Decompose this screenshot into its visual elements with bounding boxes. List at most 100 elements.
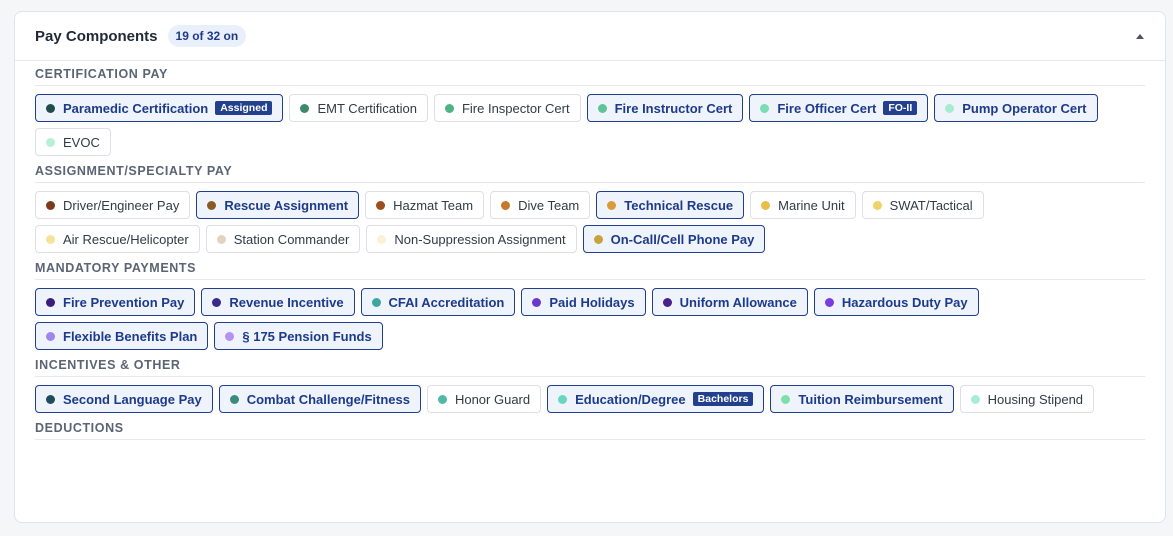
chip-label: EVOC	[63, 134, 100, 150]
color-dot-icon	[229, 394, 239, 404]
section: MANDATORY PAYMENTS Fire Prevention Pay Rev…	[35, 261, 1145, 350]
color-dot-icon	[216, 234, 226, 244]
pay-component-chip[interactable]: On-Call/Cell Phone Pay	[582, 225, 766, 253]
color-dot-icon	[761, 200, 771, 210]
pay-components-panel: Pay Components 19 of 32 on CERTIFICATION…	[14, 11, 1166, 523]
color-dot-icon	[872, 200, 882, 210]
chip-label: Rescue Assignment	[224, 197, 349, 213]
chip-label: Fire Prevention Pay	[63, 294, 185, 310]
pay-component-chip[interactable]: CFAI Accreditation	[360, 288, 516, 316]
chip-label: Tuition Reimbursement	[798, 391, 943, 407]
pay-component-chip[interactable]: Rescue Assignment	[196, 191, 360, 219]
section: CERTIFICATION PAY Paramedic Certification…	[35, 67, 1145, 156]
section: ASSIGNMENT/SPECIALTY PAY Driver/Engineer …	[35, 164, 1145, 253]
pay-component-chip[interactable]: Tuition Reimbursement	[770, 385, 954, 413]
panel-title: Pay Components	[35, 27, 158, 45]
section: INCENTIVES & OTHER Second Language Pay Com…	[35, 358, 1145, 413]
collapse-button[interactable]	[1131, 27, 1149, 45]
color-dot-icon	[300, 103, 310, 113]
color-dot-icon	[212, 297, 222, 307]
color-dot-icon	[46, 234, 55, 244]
sections-container: CERTIFICATION PAY Paramedic Certification…	[15, 61, 1165, 440]
color-dot-icon	[437, 394, 447, 404]
chip-label: CFAI Accreditation	[388, 294, 505, 310]
pay-component-chip[interactable]: Air Rescue/Helicopter	[35, 225, 200, 253]
chip-label: Technical Rescue	[624, 197, 734, 213]
pay-component-chip[interactable]: Hazardous Duty Pay	[813, 288, 979, 316]
pay-component-chip[interactable]: Paramedic Certification Assigned	[35, 94, 284, 122]
pay-component-chip[interactable]: Station Commander	[205, 225, 361, 253]
chip-tag-badge: FO-II	[883, 101, 918, 115]
chip-label: Pump Operator Cert	[962, 100, 1087, 116]
chip-label: Second Language Pay	[63, 391, 202, 407]
chip-label: Dive Team	[518, 197, 580, 213]
color-dot-icon	[46, 137, 55, 147]
chip-label: On-Call/Cell Phone Pay	[610, 231, 755, 247]
pay-component-chip[interactable]: Marine Unit	[750, 191, 856, 219]
pay-component-chip[interactable]: Fire Instructor Cert	[586, 94, 744, 122]
chip-label: Honor Guard	[454, 391, 531, 407]
pay-component-chip[interactable]: Revenue Incentive	[201, 288, 355, 316]
section-title: INCENTIVES & OTHER	[35, 358, 1145, 377]
pay-component-chip[interactable]: § 175 Pension Funds	[214, 322, 383, 350]
chip-label: Non-Suppression Assignment	[394, 231, 566, 247]
color-dot-icon	[970, 394, 980, 404]
chip-label: Air Rescue/Helicopter	[63, 231, 189, 247]
chip-list: Paramedic Certification Assigned EMT Certi…	[35, 94, 1145, 156]
chip-label: Housing Stipend	[987, 391, 1084, 407]
pay-component-chip[interactable]: Paid Holidays	[521, 288, 646, 316]
chip-label: Paramedic Certification	[63, 100, 209, 116]
pay-component-chip[interactable]: Hazmat Team	[365, 191, 485, 219]
color-dot-icon	[225, 331, 235, 341]
chip-label: Station Commander	[233, 231, 350, 247]
color-dot-icon	[607, 200, 617, 210]
pay-component-chip[interactable]: Uniform Allowance	[651, 288, 808, 316]
color-dot-icon	[377, 234, 387, 244]
color-dot-icon	[593, 234, 603, 244]
panel-header: Pay Components 19 of 32 on	[15, 12, 1165, 61]
section-title: CERTIFICATION PAY	[35, 67, 1145, 86]
color-dot-icon	[371, 297, 381, 307]
color-dot-icon	[597, 103, 607, 113]
chip-label: EMT Certification	[317, 100, 417, 116]
color-dot-icon	[558, 394, 568, 404]
pay-component-chip[interactable]: EVOC	[35, 128, 111, 156]
pay-component-chip[interactable]: Technical Rescue	[596, 191, 745, 219]
chip-tag-badge: Assigned	[215, 101, 273, 115]
chip-label: § 175 Pension Funds	[242, 328, 372, 344]
pay-component-chip[interactable]: Non-Suppression Assignment	[366, 225, 577, 253]
chip-label: Uniform Allowance	[679, 294, 797, 310]
color-dot-icon	[46, 297, 55, 307]
color-dot-icon	[662, 297, 672, 307]
chip-list: Driver/Engineer Pay Rescue Assignment Hazm…	[35, 191, 1145, 253]
chip-label: Fire Officer Cert	[777, 100, 877, 116]
chip-label: Fire Inspector Cert	[461, 100, 570, 116]
pay-component-chip[interactable]: Fire Officer Cert FO-II	[749, 94, 929, 122]
chip-label: Fire Instructor Cert	[614, 100, 733, 116]
color-dot-icon	[46, 103, 55, 113]
pay-component-chip[interactable]: Dive Team	[490, 191, 591, 219]
pay-component-chip[interactable]: Driver/Engineer Pay	[35, 191, 191, 219]
chip-label: Driver/Engineer Pay	[63, 197, 180, 213]
color-dot-icon	[501, 200, 511, 210]
count-badge: 19 of 32 on	[167, 25, 247, 47]
pay-component-chip[interactable]: Flexible Benefits Plan	[35, 322, 209, 350]
color-dot-icon	[207, 200, 217, 210]
color-dot-icon	[781, 394, 791, 404]
chip-label: Hazardous Duty Pay	[841, 294, 968, 310]
pay-component-chip[interactable]: Combat Challenge/Fitness	[218, 385, 421, 413]
pay-component-chip[interactable]: Second Language Pay	[35, 385, 213, 413]
pay-component-chip[interactable]: Education/Degree Bachelors	[547, 385, 765, 413]
color-dot-icon	[46, 331, 55, 341]
pay-component-chip[interactable]: Fire Prevention Pay	[35, 288, 196, 316]
pay-component-chip[interactable]: Pump Operator Cert	[934, 94, 1098, 122]
pay-component-chip[interactable]: Fire Inspector Cert	[433, 94, 581, 122]
pay-component-chip[interactable]: SWAT/Tactical	[861, 191, 984, 219]
color-dot-icon	[444, 103, 454, 113]
color-dot-icon	[46, 394, 55, 404]
pay-component-chip[interactable]: EMT Certification	[289, 94, 428, 122]
chip-label: Hazmat Team	[393, 197, 474, 213]
pay-component-chip[interactable]: Housing Stipend	[959, 385, 1095, 413]
pay-component-chip[interactable]: Honor Guard	[426, 385, 542, 413]
chip-label: Combat Challenge/Fitness	[246, 391, 410, 407]
